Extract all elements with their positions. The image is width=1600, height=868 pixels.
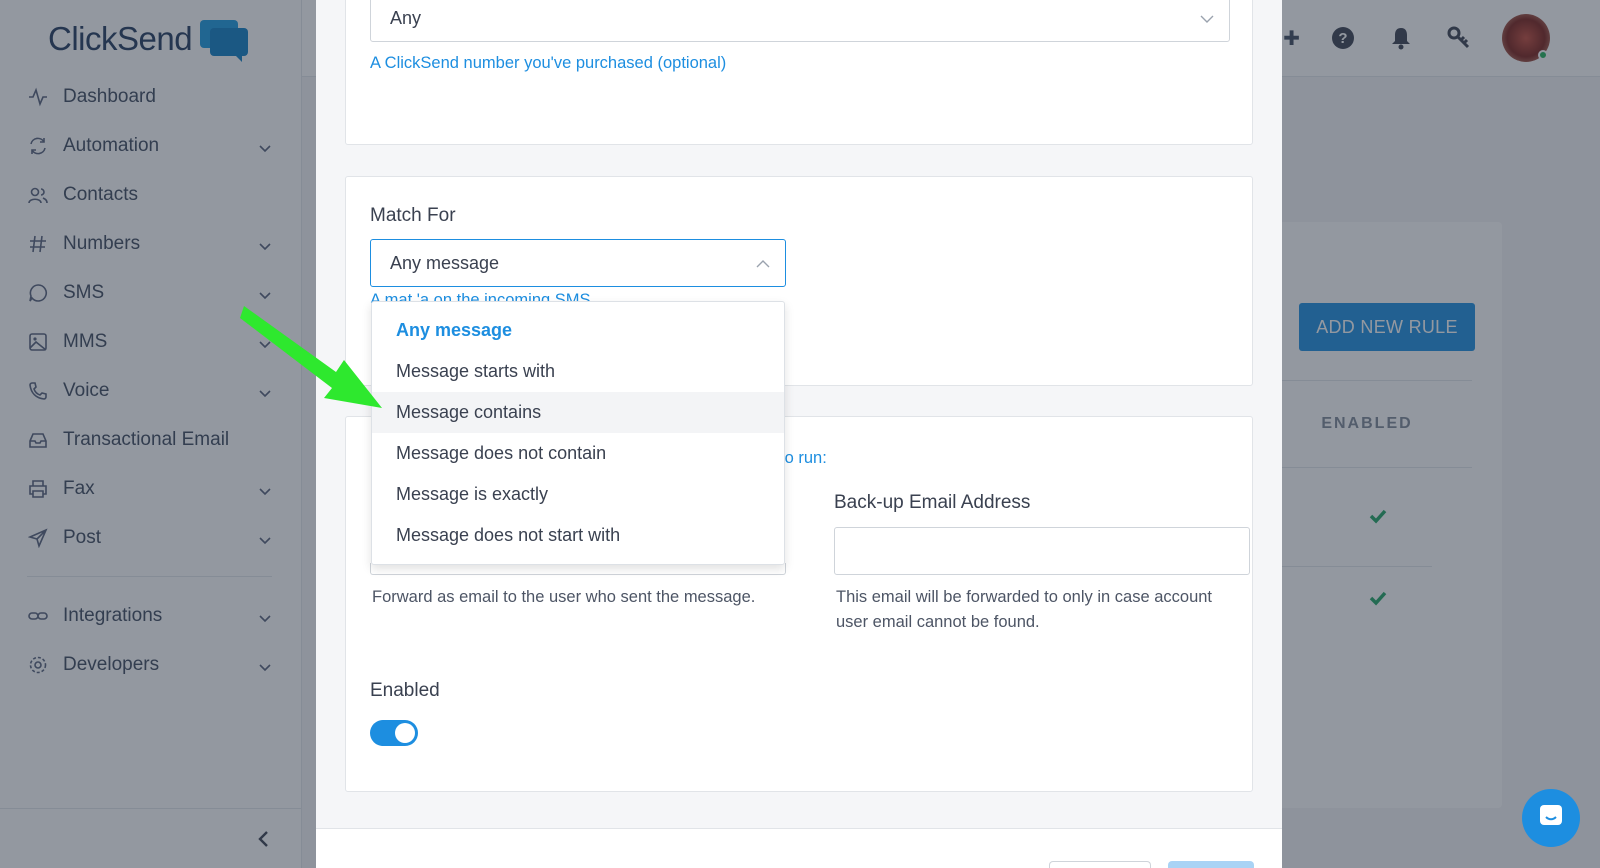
number-card: Any A ClickSend number you've purchased … bbox=[345, 0, 1253, 145]
chevron-up-icon bbox=[755, 256, 771, 272]
modal-footer bbox=[316, 828, 1282, 868]
dropdown-option-starts-with[interactable]: Message starts with bbox=[372, 351, 784, 392]
chat-launcher-button[interactable] bbox=[1522, 789, 1580, 847]
chat-icon bbox=[1538, 803, 1564, 834]
toggle-knob bbox=[395, 723, 415, 743]
annotation-arrow-icon bbox=[240, 306, 382, 408]
select-value: Any bbox=[390, 7, 422, 28]
save-button[interactable] bbox=[1168, 861, 1254, 868]
dropdown-option-does-not-contain[interactable]: Message does not contain bbox=[372, 433, 784, 474]
enabled-toggle[interactable] bbox=[370, 720, 418, 746]
select-value: Any message bbox=[390, 252, 500, 273]
cancel-button[interactable] bbox=[1049, 861, 1151, 868]
match-for-dropdown: Any message Message starts with Message … bbox=[371, 301, 785, 565]
backup-hint-line-1: This email will be forwarded to only in … bbox=[836, 588, 1213, 606]
dropdown-option-any-message[interactable]: Any message bbox=[372, 310, 784, 351]
dropdown-option-is-exactly[interactable]: Message is exactly bbox=[372, 474, 784, 515]
number-help-text: A ClickSend number you've purchased (opt… bbox=[370, 54, 727, 72]
dedicated-number-select[interactable]: Any bbox=[370, 0, 1230, 42]
backup-hint-line-2: user email cannot be found. bbox=[836, 613, 1040, 631]
enabled-label: Enabled bbox=[370, 680, 440, 701]
dropdown-option-contains[interactable]: Message contains bbox=[372, 392, 784, 433]
action-help-text: to run: bbox=[780, 449, 827, 467]
chevron-down-icon bbox=[1199, 11, 1215, 27]
backup-email-input[interactable] bbox=[834, 527, 1250, 575]
forward-hint: Forward as email to the user who sent th… bbox=[372, 588, 756, 606]
match-for-label: Match For bbox=[370, 205, 456, 226]
dropdown-option-does-not-start-with[interactable]: Message does not start with bbox=[372, 515, 784, 556]
backup-email-label: Back-up Email Address bbox=[834, 492, 1031, 513]
match-for-select[interactable]: Any message bbox=[370, 239, 786, 287]
